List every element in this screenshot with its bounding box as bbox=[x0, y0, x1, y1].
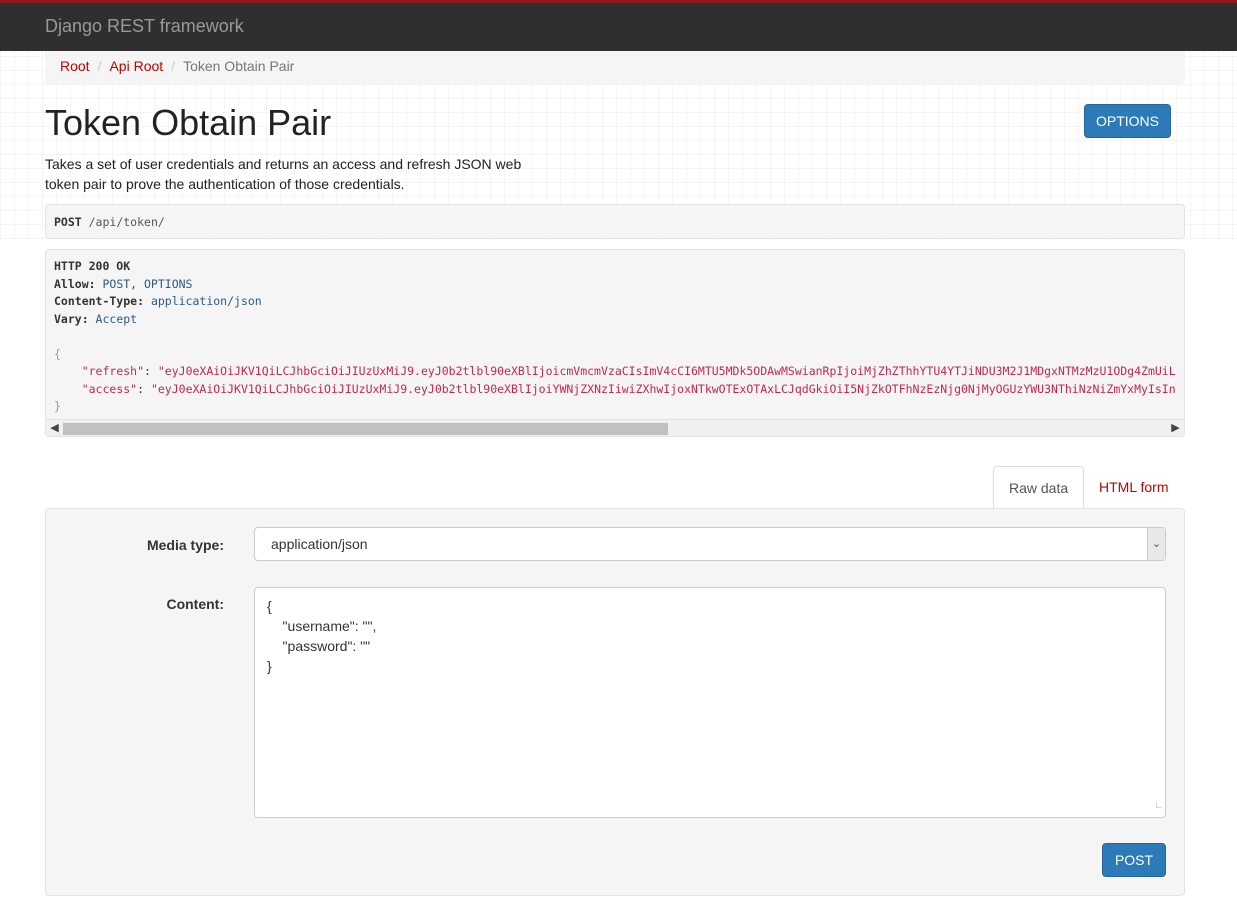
horizontal-scrollbar[interactable]: ◀ ▶ bbox=[46, 419, 1184, 436]
response-header-value: Accept bbox=[88, 311, 138, 326]
media-type-value: application/json bbox=[271, 536, 368, 552]
response-panel: HTTP 200 OK Allow: POST, OPTIONS Content… bbox=[45, 249, 1185, 437]
json-refresh-key: "refresh" bbox=[81, 364, 145, 378]
request-path: /api/token/ bbox=[81, 215, 165, 229]
response-header-name: Allow: bbox=[54, 276, 96, 291]
post-button[interactable]: POST bbox=[1102, 843, 1166, 877]
resize-grip-icon[interactable]: ∟ bbox=[1154, 795, 1163, 815]
breadcrumb-api-root-link[interactable]: Api Root bbox=[109, 58, 163, 74]
content-label: Content: bbox=[166, 596, 224, 612]
breadcrumb-separator: / bbox=[171, 58, 176, 74]
scroll-right-icon[interactable]: ▶ bbox=[1167, 420, 1184, 436]
response-header-value: POST, OPTIONS bbox=[95, 276, 193, 291]
json-refresh-value: "eyJ0eXAiOiJKV1QiLCJhbGciOiJIUzUxMiJ9.ey… bbox=[157, 364, 1176, 378]
response-header-name: Vary: bbox=[54, 311, 89, 326]
breadcrumb-current: Token Obtain Pair bbox=[183, 58, 295, 74]
json-open-brace: { bbox=[54, 346, 61, 361]
navbar: Django REST framework bbox=[0, 0, 1237, 51]
tab-raw-data[interactable]: Raw data bbox=[993, 466, 1084, 509]
chevron-down-icon[interactable]: ⌄ bbox=[1147, 528, 1165, 560]
request-method: POST bbox=[54, 215, 82, 229]
breadcrumb-root-link[interactable]: Root bbox=[60, 58, 90, 74]
breadcrumb-separator: / bbox=[97, 58, 102, 74]
json-close-brace: } bbox=[54, 399, 61, 413]
page-description: Takes a set of user credentials and retu… bbox=[45, 156, 522, 192]
options-button[interactable]: OPTIONS bbox=[1084, 104, 1171, 138]
media-type-label: Media type: bbox=[146, 537, 224, 553]
content-textarea[interactable]: { "username": "", "password": "" } ∟ bbox=[254, 587, 1166, 818]
scrollbar-thumb[interactable] bbox=[63, 423, 668, 435]
breadcrumb: Root / Api Root / Token Obtain Pair bbox=[45, 51, 1185, 84]
content-text: { "username": "", "password": "" } bbox=[267, 598, 377, 674]
response-header-name: Content-Type: bbox=[54, 294, 145, 308]
json-access-key: "access" bbox=[81, 381, 138, 396]
response-header-value: application/json bbox=[144, 294, 262, 308]
media-type-select[interactable]: application/json ⌄ bbox=[254, 527, 1166, 561]
response-status: HTTP 200 OK bbox=[54, 259, 131, 273]
page-title: Token Obtain Pair bbox=[45, 102, 332, 143]
response-content: HTTP 200 OK Allow: POST, OPTIONS Content… bbox=[54, 259, 1176, 413]
json-access-value: "eyJ0eXAiOiJKV1QiLCJhbGciOiJIUzUxMiJ9.ey… bbox=[150, 381, 1176, 396]
scroll-left-icon[interactable]: ◀ bbox=[46, 420, 63, 436]
tab-html-form[interactable]: HTML form bbox=[1084, 466, 1194, 509]
request-info: POST /api/token/ bbox=[45, 204, 1185, 239]
navbar-brand[interactable]: Django REST framework bbox=[45, 16, 244, 37]
raw-data-form: Media type: application/json ⌄ Content: … bbox=[45, 508, 1185, 896]
